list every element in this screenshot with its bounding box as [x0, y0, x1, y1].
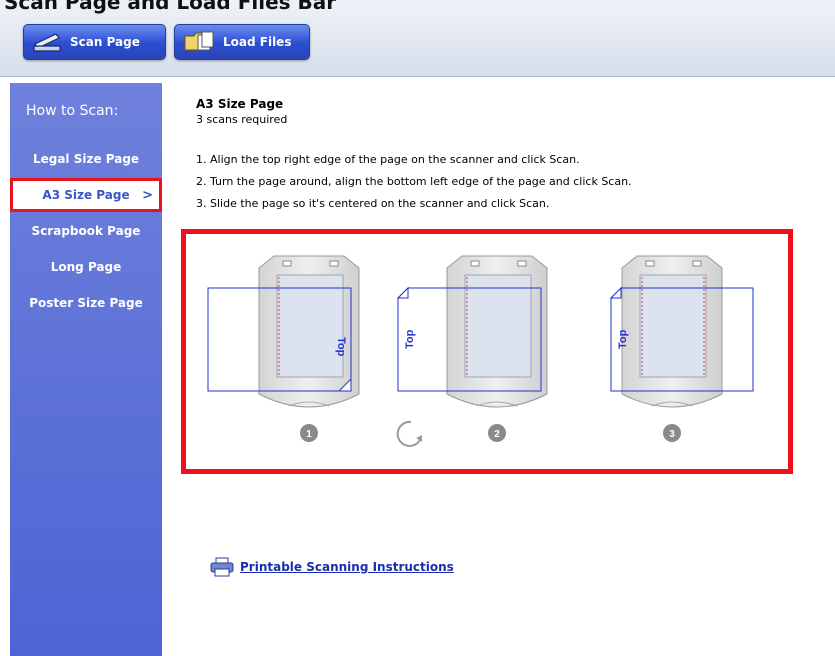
main-panel: A3 Size Page 3 scans required 1. Align t…	[162, 83, 835, 656]
step-number-2: 2	[488, 424, 506, 442]
printable-instructions-label: Printable Scanning Instructions	[240, 560, 454, 574]
load-files-button[interactable]: Load Files	[174, 24, 310, 60]
scan-page-label: Scan Page	[70, 35, 140, 49]
sidebar-item-long-page[interactable]: Long Page	[10, 260, 162, 274]
top-label-3: Top	[617, 329, 629, 349]
svg-text:1: 1	[306, 429, 312, 440]
sidebar: How to Scan: Legal Size Page A3 Size Pag…	[10, 83, 162, 656]
folder-icon	[184, 31, 214, 51]
printer-icon	[210, 557, 234, 577]
printable-instructions-link[interactable]: Printable Scanning Instructions	[210, 557, 454, 577]
instruction-step-2: 2. Turn the page around, align the botto…	[196, 175, 632, 188]
sidebar-item-label: A3 Size Page	[42, 188, 130, 202]
sidebar-item-legal-size-page[interactable]: Legal Size Page	[10, 152, 162, 166]
svg-text:3: 3	[669, 429, 675, 440]
scanner-graphic-1	[258, 255, 360, 408]
svg-text:2: 2	[494, 429, 500, 440]
scan-illustration: Top Top Top 1 2 3	[207, 255, 754, 447]
scans-required-text: 3 scans required	[196, 113, 288, 126]
step-number-3: 3	[663, 424, 681, 442]
scanner-graphic-3	[621, 255, 723, 408]
page-title: A3 Size Page	[196, 97, 284, 111]
sidebar-item-a3-size-page[interactable]: A3 Size Page >	[10, 178, 162, 212]
step-number-1: 1	[300, 424, 318, 442]
top-caption: Scan Page and Load Files Bar	[4, 0, 337, 14]
toolbar: Scan Page and Load Files Bar Scan Page L…	[0, 0, 835, 77]
top-label-1: Top	[335, 337, 347, 357]
sidebar-heading: How to Scan:	[26, 103, 119, 119]
chevron-right-icon: >	[142, 188, 153, 203]
sidebar-item-scrapbook-page[interactable]: Scrapbook Page	[10, 224, 162, 238]
scanner-graphic-2	[446, 255, 548, 408]
instruction-step-3: 3. Slide the page so it's centered on th…	[196, 197, 550, 210]
load-files-label: Load Files	[223, 35, 292, 49]
scan-diagram: Top Top Top 1 2 3	[181, 229, 793, 474]
rotate-arrow-icon	[396, 420, 422, 447]
sidebar-item-poster-size-page[interactable]: Poster Size Page	[10, 296, 162, 310]
instruction-step-1: 1. Align the top right edge of the page …	[196, 153, 580, 166]
scan-page-button[interactable]: Scan Page	[23, 24, 166, 60]
scanner-icon	[33, 33, 61, 52]
top-label-2: Top	[404, 329, 416, 349]
